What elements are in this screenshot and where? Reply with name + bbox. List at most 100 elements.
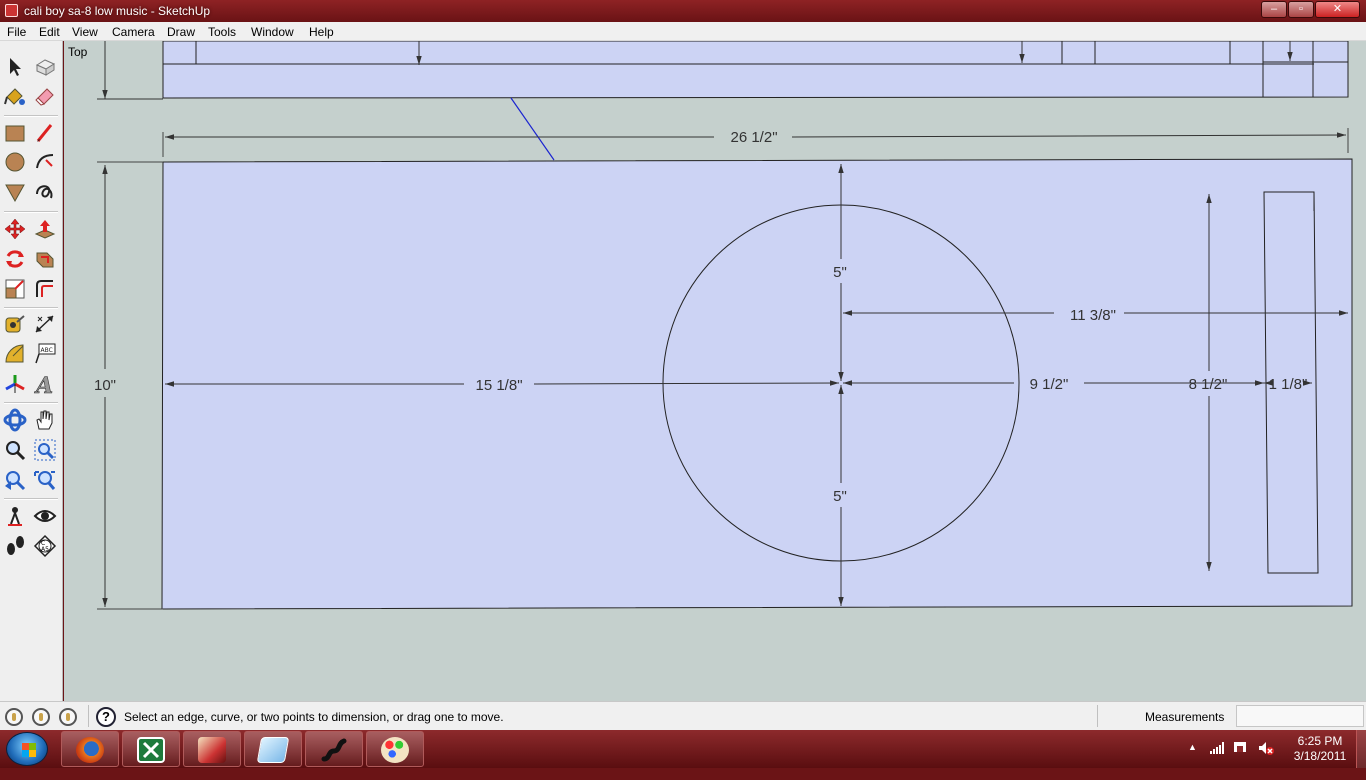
action-center-icon[interactable] xyxy=(1233,740,1247,756)
line-tool-icon[interactable] xyxy=(33,121,57,145)
dimension-text-center-to-top[interactable]: 5" xyxy=(833,264,847,281)
menu-camera[interactable]: Camera xyxy=(112,25,155,39)
start-button[interactable] xyxy=(6,732,48,766)
position-camera-tool-icon[interactable] xyxy=(3,504,27,528)
text-tool-icon[interactable]: ABC xyxy=(33,342,57,366)
dimension-text-overall-length[interactable]: 26 1/2" xyxy=(730,129,777,146)
paint-icon xyxy=(381,737,409,763)
drawing-area[interactable]: 26 1/2" 10" 15 1/8" 5" 5" 11 3/8" 9 1/2"… xyxy=(64,41,1366,701)
orbit-tool-icon[interactable] xyxy=(3,408,27,432)
excel-icon xyxy=(137,737,165,763)
taskbar-sketchup[interactable] xyxy=(183,731,241,767)
credits-icon[interactable] xyxy=(32,708,50,726)
status-divider xyxy=(88,705,89,727)
paint-bucket-tool-icon[interactable] xyxy=(3,84,27,108)
dimension-text-inner-height[interactable]: 8 1/2" xyxy=(1189,376,1228,393)
volume-muted-icon[interactable] xyxy=(1258,740,1274,756)
taskbar-firefox[interactable] xyxy=(61,731,119,767)
taskbar-app[interactable] xyxy=(305,731,363,767)
taskbar-notepad[interactable] xyxy=(244,731,302,767)
clock-date: 3/18/2011 xyxy=(1293,749,1347,763)
previous-view-tool-icon[interactable] xyxy=(3,468,27,492)
taskbar-paint[interactable] xyxy=(366,731,424,767)
menu-bar: File Edit View Camera Draw Tools Window … xyxy=(0,22,1366,41)
toolbar-separator xyxy=(4,498,58,500)
select-tool-icon[interactable] xyxy=(3,55,27,79)
axes-tool-icon[interactable] xyxy=(3,372,27,396)
rectangle-tool-icon[interactable] xyxy=(3,121,27,145)
zoom-tool-icon[interactable] xyxy=(3,438,27,462)
svg-text:ABC: ABC xyxy=(41,347,53,354)
sketchup-app-icon[interactable] xyxy=(5,4,18,17)
dimension-text-center-to-inner[interactable]: 9 1/2" xyxy=(1030,376,1069,393)
upper-panel[interactable] xyxy=(162,41,1349,99)
windows-taskbar: ▲ 6:25 PM 3/18/2011 xyxy=(0,730,1366,768)
zoom-window-tool-icon[interactable] xyxy=(33,438,57,462)
notepad-icon xyxy=(256,737,290,763)
offset-tool-icon[interactable] xyxy=(33,277,57,301)
arc-tool-icon[interactable] xyxy=(33,150,57,174)
user-status-icon[interactable] xyxy=(59,708,77,726)
tray-show-hidden-icons[interactable]: ▲ xyxy=(1188,742,1197,780)
menu-window[interactable]: Window xyxy=(251,25,294,39)
geo-location-icon[interactable] xyxy=(5,708,23,726)
toolbar-separator xyxy=(4,211,58,213)
sketchup-icon xyxy=(198,737,226,763)
large-tool-set-toolbar: ABC A C A5 xyxy=(0,41,63,701)
measurements-input[interactable] xyxy=(1236,705,1364,727)
network-icon[interactable] xyxy=(1210,742,1224,754)
dimension-text-height[interactable]: 10" xyxy=(94,377,116,394)
section-plane-tool-icon[interactable]: C A5 xyxy=(33,534,57,558)
dimension-text-left-to-center[interactable]: 15 1/8" xyxy=(475,377,522,394)
eraser-tool-icon[interactable] xyxy=(33,84,57,108)
look-around-tool-icon[interactable] xyxy=(33,504,57,528)
close-button[interactable]: ✕ xyxy=(1315,1,1360,18)
status-divider xyxy=(1097,705,1098,727)
measurements-label: Measurements xyxy=(1145,710,1225,724)
menu-draw[interactable]: Draw xyxy=(167,25,195,39)
firefox-icon xyxy=(76,737,104,763)
toolbar-separator xyxy=(4,307,58,309)
follow-me-tool-icon[interactable] xyxy=(33,247,57,271)
menu-file[interactable]: File xyxy=(7,25,26,39)
make-component-tool-icon[interactable] xyxy=(33,55,57,79)
protractor-tool-icon[interactable] xyxy=(3,342,27,366)
menu-help[interactable]: Help xyxy=(309,25,334,39)
circle-tool-icon[interactable] xyxy=(3,150,27,174)
rotate-tool-icon[interactable] xyxy=(3,247,27,271)
svg-text:A5: A5 xyxy=(41,546,49,553)
menu-view[interactable]: View xyxy=(72,25,98,39)
taskbar-clock[interactable]: 6:25 PM 3/18/2011 xyxy=(1285,734,1355,764)
status-hint-text: Select an edge, curve, or two points to … xyxy=(124,710,504,724)
maximize-button[interactable]: ▫ xyxy=(1288,1,1314,18)
toolbar-separator xyxy=(4,115,58,117)
freehand-tool-icon[interactable] xyxy=(33,180,57,204)
taskbar-excel[interactable] xyxy=(122,731,180,767)
scale-tool-icon[interactable] xyxy=(3,277,27,301)
dimension-text-center-to-right[interactable]: 11 3/8" xyxy=(1070,307,1116,324)
dimension-text-inner-width[interactable]: 1 1/8" xyxy=(1269,376,1308,393)
polygon-tool-icon[interactable] xyxy=(3,180,27,204)
toolbar-separator xyxy=(4,402,58,404)
menu-tools[interactable]: Tools xyxy=(208,25,236,39)
svg-text:A: A xyxy=(34,373,53,396)
dimension-text-center-to-bottom[interactable]: 5" xyxy=(833,488,847,505)
push-pull-tool-icon[interactable] xyxy=(33,217,57,241)
minimize-button[interactable]: – xyxy=(1261,1,1287,18)
pan-tool-icon[interactable] xyxy=(33,408,57,432)
status-bar: ? Select an edge, curve, or two points t… xyxy=(0,701,1366,730)
squiggle-app-icon xyxy=(320,737,348,763)
walk-tool-icon[interactable] xyxy=(3,534,27,558)
dimension-tool-icon[interactable] xyxy=(33,312,57,336)
move-tool-icon[interactable] xyxy=(3,217,27,241)
window-title: cali boy sa-8 low music - SketchUp xyxy=(24,4,211,18)
inference-line xyxy=(510,97,555,161)
zoom-extents-tool-icon[interactable] xyxy=(33,468,57,492)
title-bar: cali boy sa-8 low music - SketchUp – ▫ ✕ xyxy=(0,0,1366,22)
clock-time: 6:25 PM xyxy=(1297,734,1343,748)
show-desktop-button[interactable] xyxy=(1356,730,1366,768)
menu-edit[interactable]: Edit xyxy=(39,25,60,39)
3d-text-tool-icon[interactable]: A xyxy=(33,372,57,396)
tape-measure-tool-icon[interactable] xyxy=(3,312,27,336)
help-icon[interactable]: ? xyxy=(96,707,116,727)
